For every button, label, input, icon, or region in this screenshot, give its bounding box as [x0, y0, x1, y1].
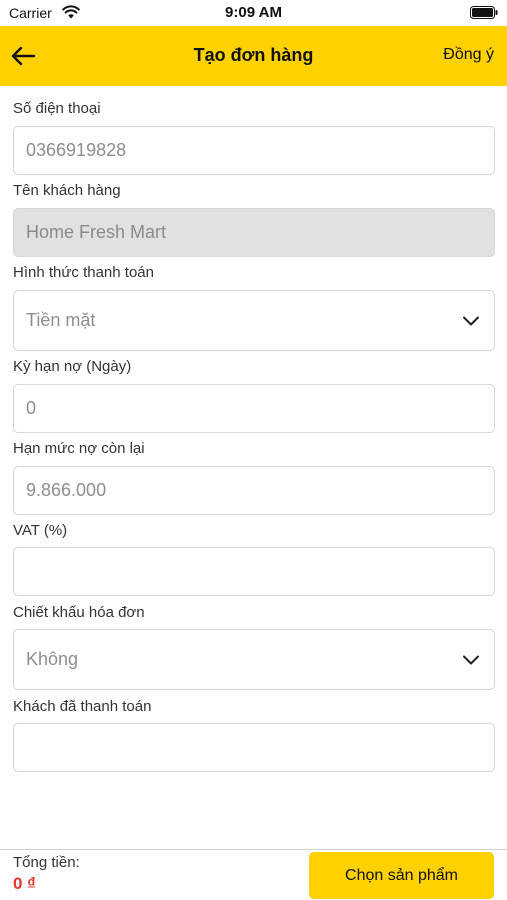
header-bar: Tạo đơn hàng Đồng ý	[0, 26, 507, 86]
invoice-discount-select[interactable]: Không	[13, 629, 495, 690]
chevron-down-icon	[463, 316, 479, 325]
vat-label: VAT (%)	[13, 522, 68, 539]
status-time: 9:09 AM	[225, 4, 282, 21]
remaining-debt-limit-field[interactable]	[13, 466, 495, 515]
customer-name-value: Home Fresh Mart	[26, 222, 167, 242]
page-title: Tạo đơn hàng	[193, 45, 314, 65]
payment-method-select[interactable]: Tiền mặt	[13, 290, 495, 351]
customer-paid-label: Khách đã thanh toán	[13, 698, 152, 715]
debt-term-input[interactable]	[26, 385, 494, 432]
payment-method-value: Tiền mặt	[26, 310, 96, 330]
customer-paid-field[interactable]	[13, 723, 495, 772]
total-label: Tổng tiền:	[13, 854, 80, 871]
status-bar: Carrier 9:09 AM	[0, 0, 507, 26]
choose-products-button[interactable]: Chọn sản phẩm	[309, 852, 494, 899]
invoice-discount-label: Chiết khấu hóa đơn	[13, 604, 145, 621]
customer-name-field: Home Fresh Mart	[13, 208, 495, 257]
payment-method-label: Hình thức thanh toán	[13, 264, 154, 281]
vat-field[interactable]	[13, 547, 495, 596]
debt-term-label: Kỳ hạn nợ (Ngày)	[13, 358, 132, 375]
footer-bar: Tổng tiền: 0 ₫ Chọn sản phẩm	[0, 849, 507, 900]
battery-icon	[470, 6, 498, 19]
invoice-discount-value: Không	[26, 649, 79, 669]
chevron-down-icon	[463, 655, 479, 664]
customer-name-label: Tên khách hàng	[13, 182, 121, 199]
phone-field[interactable]	[13, 126, 495, 175]
arrow-left-icon	[11, 46, 36, 66]
back-button[interactable]	[6, 38, 40, 74]
total-value: 0 ₫	[13, 874, 36, 893]
debt-term-field[interactable]	[13, 384, 495, 433]
phone-label: Số điện thoại	[13, 100, 101, 117]
remaining-debt-limit-input[interactable]	[26, 467, 494, 514]
vat-input[interactable]	[26, 548, 494, 595]
remaining-debt-limit-label: Hạn mức nợ còn lại	[13, 440, 145, 457]
phone-input[interactable]	[26, 127, 494, 174]
customer-paid-input[interactable]	[26, 724, 494, 771]
confirm-button[interactable]: Đồng ý	[443, 46, 494, 64]
